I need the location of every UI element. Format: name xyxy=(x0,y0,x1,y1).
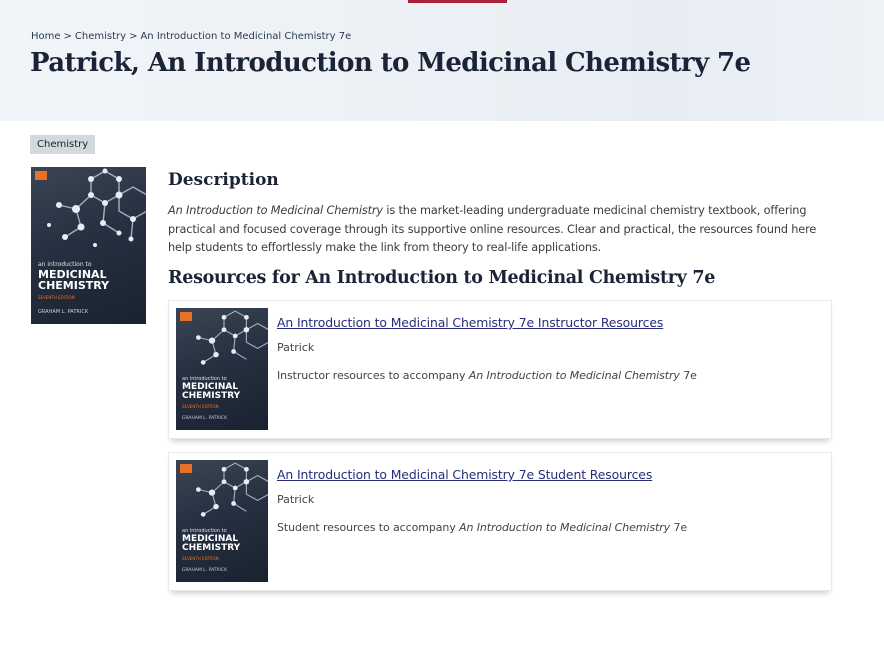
cover-author: GRAHAM L. PATRICK xyxy=(38,309,89,315)
nav-active-indicator xyxy=(408,0,507,3)
breadcrumb-separator: > xyxy=(129,31,138,42)
cover-author: GRAHAM L. PATRICK xyxy=(182,416,228,421)
resource-title-link[interactable]: An Introduction to Medicinal Chemistry 7… xyxy=(277,467,652,482)
molecule-graphic xyxy=(47,168,146,247)
resource-description: Student resources to accompany An Introd… xyxy=(277,521,687,534)
publisher-badge xyxy=(180,312,192,321)
cover-title-line2: CHEMISTRY xyxy=(182,543,241,553)
description-text: An Introduction to Medicinal Chemistry i… xyxy=(168,202,833,258)
description-heading: Description xyxy=(168,170,279,190)
resource-card-student: an introduction to MEDICINAL CHEMISTRY S… xyxy=(168,452,832,591)
cover-title-line2: CHEMISTRY xyxy=(182,391,241,401)
page-title: Patrick, An Introduction to Medicinal Ch… xyxy=(30,48,751,78)
resource-description-suffix: 7e xyxy=(679,369,697,382)
resource-description-book-title: An Introduction to Medicinal Chemistry xyxy=(459,521,671,534)
description-book-title: An Introduction to Medicinal Chemistry xyxy=(168,204,383,217)
subject-tag[interactable]: Chemistry xyxy=(30,135,96,154)
resource-card-instructor: an introduction to MEDICINAL CHEMISTRY S… xyxy=(168,300,832,439)
cover-title-line2: CHEMISTRY xyxy=(38,279,110,292)
breadcrumb-separator: > xyxy=(63,31,72,42)
resource-author: Patrick xyxy=(277,493,315,506)
cover-title: MEDICINAL CHEMISTRY xyxy=(182,383,240,401)
resource-cover-image[interactable]: an introduction to MEDICINAL CHEMISTRY S… xyxy=(176,308,268,430)
cover-subtitle: an introduction to xyxy=(38,261,92,268)
molecule-graphic xyxy=(196,310,268,365)
resource-description: Instructor resources to accompany An Int… xyxy=(277,369,697,382)
resource-description-prefix: Instructor resources to accompany xyxy=(277,369,469,382)
resource-description-prefix: Student resources to accompany xyxy=(277,521,460,534)
cover-author: GRAHAM L. PATRICK xyxy=(182,568,228,573)
cover-title: MEDICINAL CHEMISTRY xyxy=(38,269,109,291)
resource-cover-image[interactable]: an introduction to MEDICINAL CHEMISTRY S… xyxy=(176,460,268,582)
resource-description-suffix: 7e xyxy=(670,521,688,534)
breadcrumb-chemistry[interactable]: Chemistry xyxy=(75,31,126,42)
resource-title-link[interactable]: An Introduction to Medicinal Chemistry 7… xyxy=(277,315,663,330)
publisher-badge xyxy=(35,171,47,180)
cover-edition: SEVENTH EDITION xyxy=(38,295,75,300)
cover-edition: SEVENTH EDITION xyxy=(182,556,219,561)
cover-title: MEDICINAL CHEMISTRY xyxy=(182,535,240,553)
breadcrumb: Home > Chemistry > An Introduction to Medici… xyxy=(31,31,351,42)
molecule-graphic xyxy=(196,462,268,517)
cover-edition: SEVENTH EDITION xyxy=(182,404,219,409)
resource-author: Patrick xyxy=(277,341,315,354)
book-cover-image: an introduction to MEDICINAL CHEMISTRY S… xyxy=(31,167,146,324)
resource-description-book-title: An Introduction to Medicinal Chemistry xyxy=(468,369,680,382)
breadcrumb-home[interactable]: Home xyxy=(31,31,61,42)
breadcrumb-current: An Introduction to Medicinal Chemistry 7… xyxy=(140,31,352,42)
publisher-badge xyxy=(180,464,192,473)
resources-heading: Resources for An Introduction to Medicin… xyxy=(168,268,716,288)
